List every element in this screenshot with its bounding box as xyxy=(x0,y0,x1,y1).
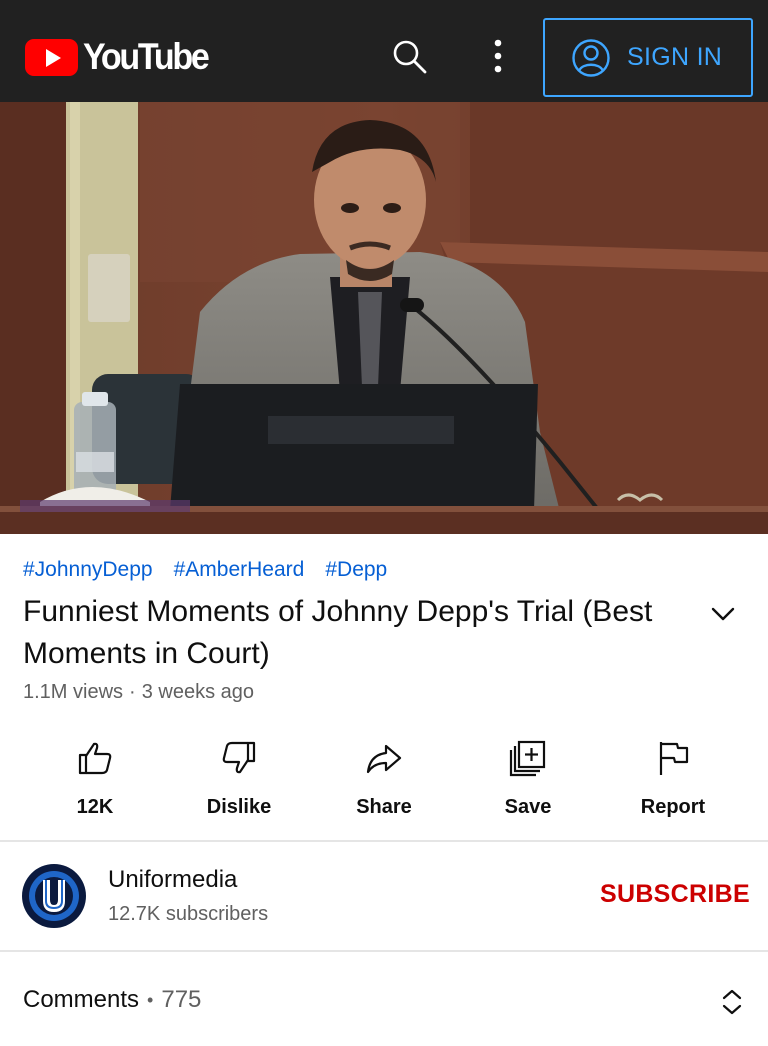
save-button[interactable]: Save xyxy=(468,730,588,840)
flag-icon xyxy=(659,742,689,775)
uniformedia-logo-icon xyxy=(23,865,85,927)
divider xyxy=(0,950,768,952)
share-label: Share xyxy=(356,796,412,818)
report-button[interactable]: Report xyxy=(613,730,733,840)
share-icon xyxy=(366,744,402,774)
video-thumbnail xyxy=(0,102,768,534)
subscribe-button[interactable]: SUBSCRIBE xyxy=(600,880,750,909)
top-app-bar: YouTube SIGN IN xyxy=(0,0,768,102)
comments-count: 775 xyxy=(161,986,202,1013)
comments-label: Comments xyxy=(23,986,140,1013)
more-vert-icon[interactable] xyxy=(478,36,518,76)
channel-name[interactable]: Uniformedia xyxy=(108,866,237,894)
comments-header[interactable]: Comments • 775 xyxy=(23,986,201,1014)
sign-in-button[interactable]: SIGN IN xyxy=(543,18,753,97)
thumbs-up-icon xyxy=(78,742,112,775)
video-player[interactable] xyxy=(0,102,768,534)
youtube-logo[interactable]: YouTube xyxy=(25,36,218,77)
view-count: 1.1M views xyxy=(23,681,124,703)
channel-avatar[interactable] xyxy=(22,864,86,928)
logo-text: YouTube xyxy=(83,36,210,77)
meta-separator: · xyxy=(129,681,136,703)
playlist-add-icon xyxy=(509,740,546,777)
dislike-label: Dislike xyxy=(206,796,272,818)
save-label: Save xyxy=(504,796,552,818)
video-metadata: 1.1M views · 3 weeks ago xyxy=(23,681,254,704)
youtube-play-icon xyxy=(25,38,78,76)
report-label: Report xyxy=(640,796,706,818)
comments-separator: • xyxy=(147,989,154,1010)
subscriber-count: 12.7K subscribers xyxy=(108,903,269,925)
dislike-button[interactable]: Dislike xyxy=(179,730,299,840)
hashtag-list: #JohnnyDepp #AmberHeard #Depp xyxy=(23,558,387,582)
hashtag-link[interactable]: #JohnnyDepp xyxy=(23,558,153,582)
divider xyxy=(0,840,768,842)
search-icon[interactable] xyxy=(389,36,429,76)
like-count: 12K xyxy=(76,796,114,818)
thumbs-down-icon xyxy=(222,741,256,774)
account-circle-icon xyxy=(571,38,611,78)
upload-age: 3 weeks ago xyxy=(141,681,254,703)
chevron-down-icon[interactable] xyxy=(707,598,739,630)
hashtag-link[interactable]: #AmberHeard xyxy=(174,558,305,582)
unfold-icon[interactable] xyxy=(718,986,746,1018)
video-title[interactable]: Funniest Moments of Johnny Depp's Trial … xyxy=(23,591,673,675)
like-button[interactable]: 12K xyxy=(35,730,155,840)
sign-in-label: SIGN IN xyxy=(627,43,723,71)
hashtag-link[interactable]: #Depp xyxy=(325,558,387,582)
share-button[interactable]: Share xyxy=(324,730,444,840)
action-bar: 12K Dislike Share Save Report xyxy=(0,730,768,840)
